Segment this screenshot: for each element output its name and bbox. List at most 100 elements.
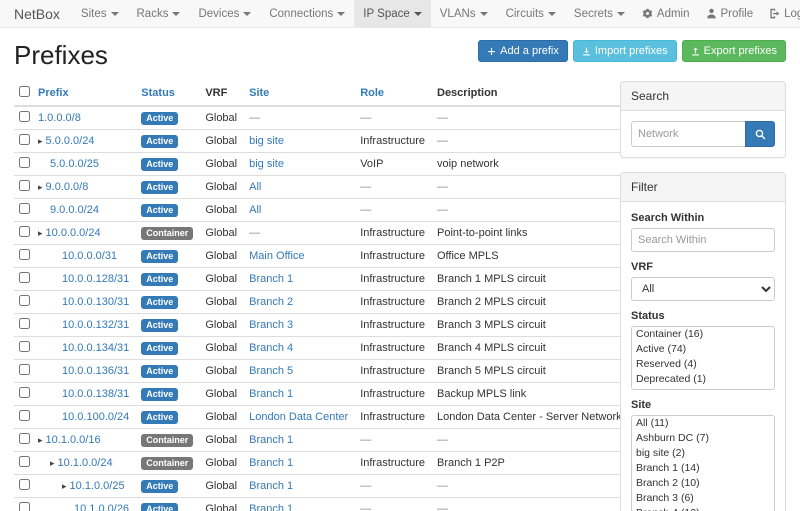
row-checkbox[interactable] bbox=[19, 502, 30, 511]
prefix-link[interactable]: 9.0.0.0/24 bbox=[50, 204, 99, 216]
row-checkbox[interactable] bbox=[19, 180, 30, 191]
listbox-option[interactable]: Ashburn DC (7) bbox=[632, 431, 774, 446]
status-badge: Active bbox=[141, 158, 178, 171]
row-checkbox[interactable] bbox=[19, 341, 30, 352]
search-button[interactable] bbox=[745, 121, 775, 147]
prefix-link[interactable]: 10.1.0.0/25 bbox=[70, 480, 125, 492]
column-header-site[interactable]: Site bbox=[249, 87, 269, 99]
import-prefixes-button[interactable]: Import prefixes bbox=[573, 40, 677, 62]
export-prefixes-button[interactable]: Export prefixes bbox=[682, 40, 786, 62]
nav-item-circuits[interactable]: Circuits bbox=[497, 0, 565, 27]
listbox-option[interactable]: Container (16) bbox=[632, 327, 774, 342]
row-checkbox[interactable] bbox=[19, 479, 30, 490]
row-checkbox[interactable] bbox=[19, 203, 30, 214]
site-link[interactable]: Branch 3 bbox=[249, 319, 293, 331]
site-link[interactable]: Branch 1 bbox=[249, 434, 293, 446]
nav-item-admin[interactable]: Admin bbox=[634, 0, 698, 27]
listbox-option[interactable]: Active (74) bbox=[632, 342, 774, 357]
table-row: ▸10.0.0.132/31 Active Global Branch 3 In… bbox=[14, 314, 628, 337]
role-cell: VoIP bbox=[354, 153, 431, 176]
prefix-link[interactable]: 10.0.0.130/31 bbox=[62, 296, 129, 308]
site-link[interactable]: All bbox=[249, 204, 261, 216]
row-checkbox[interactable] bbox=[19, 433, 30, 444]
expand-caret-icon[interactable]: ▸ bbox=[38, 228, 43, 238]
column-header-prefix[interactable]: Prefix bbox=[38, 87, 69, 99]
row-checkbox[interactable] bbox=[19, 295, 30, 306]
row-checkbox[interactable] bbox=[19, 134, 30, 145]
add-prefix-button[interactable]: Add a prefix bbox=[478, 40, 568, 62]
row-checkbox[interactable] bbox=[19, 111, 30, 122]
prefix-link[interactable]: 10.0.100.0/24 bbox=[62, 411, 129, 423]
site-link[interactable]: Main Office bbox=[249, 250, 304, 262]
site-link[interactable]: big site bbox=[249, 158, 284, 170]
site-link[interactable]: All bbox=[249, 181, 261, 193]
row-checkbox[interactable] bbox=[19, 364, 30, 375]
listbox-option[interactable]: Reserved (4) bbox=[632, 357, 774, 372]
expand-caret-icon[interactable]: ▸ bbox=[38, 182, 43, 192]
row-checkbox[interactable] bbox=[19, 456, 30, 467]
status-listbox[interactable]: Container (16)Active (74)Reserved (4)Dep… bbox=[631, 326, 775, 390]
row-checkbox[interactable] bbox=[19, 226, 30, 237]
site-link[interactable]: Branch 5 bbox=[249, 365, 293, 377]
prefix-link[interactable]: 10.0.0.136/31 bbox=[62, 365, 129, 377]
expand-caret-icon[interactable]: ▸ bbox=[50, 458, 55, 468]
column-header-status[interactable]: Status bbox=[141, 87, 175, 99]
expand-caret-icon[interactable]: ▸ bbox=[38, 435, 43, 445]
listbox-option[interactable]: Deprecated (1) bbox=[632, 372, 774, 387]
row-checkbox[interactable] bbox=[19, 157, 30, 168]
prefix-link[interactable]: 9.0.0.0/8 bbox=[46, 181, 89, 193]
listbox-option[interactable]: All (11) bbox=[632, 416, 774, 431]
prefix-link[interactable]: 5.0.0.0/25 bbox=[50, 158, 99, 170]
row-checkbox[interactable] bbox=[19, 387, 30, 398]
column-header-role[interactable]: Role bbox=[360, 87, 384, 99]
listbox-option[interactable]: Branch 2 (10) bbox=[632, 476, 774, 491]
nav-item-profile[interactable]: Profile bbox=[698, 0, 762, 27]
nav-item-connections[interactable]: Connections bbox=[260, 0, 354, 27]
prefix-link[interactable]: 10.1.0.0/16 bbox=[46, 434, 101, 446]
site-link[interactable]: London Data Center bbox=[249, 411, 348, 423]
prefix-link[interactable]: 10.0.0.128/31 bbox=[62, 273, 129, 285]
vrf-select[interactable]: All bbox=[631, 277, 775, 301]
nav-item-racks[interactable]: Racks bbox=[128, 0, 190, 27]
row-checkbox[interactable] bbox=[19, 410, 30, 421]
nav-item-secrets[interactable]: Secrets bbox=[565, 0, 634, 27]
prefix-link[interactable]: 10.1.0.0/24 bbox=[58, 457, 113, 469]
listbox-option[interactable]: Branch 1 (14) bbox=[632, 461, 774, 476]
prefix-link[interactable]: 1.0.0.0/8 bbox=[38, 112, 81, 124]
search-input[interactable] bbox=[631, 121, 746, 147]
nav-item-devices[interactable]: Devices bbox=[189, 0, 260, 27]
search-within-input[interactable] bbox=[631, 228, 775, 252]
row-checkbox[interactable] bbox=[19, 272, 30, 283]
nav-item-sites[interactable]: Sites bbox=[72, 0, 128, 27]
listbox-option[interactable]: big site (2) bbox=[632, 446, 774, 461]
prefix-link[interactable]: 10.0.0.134/31 bbox=[62, 342, 129, 354]
site-link[interactable]: Branch 1 bbox=[249, 457, 293, 469]
site-link[interactable]: Branch 1 bbox=[249, 480, 293, 492]
prefix-link[interactable]: 5.0.0.0/24 bbox=[46, 135, 95, 147]
nav-item-logout[interactable]: Log out bbox=[761, 0, 800, 27]
prefix-link[interactable]: 10.0.0.138/31 bbox=[62, 388, 129, 400]
listbox-option[interactable]: Branch 4 (12) bbox=[632, 506, 774, 511]
prefix-link[interactable]: 10.1.0.0/26 bbox=[74, 503, 129, 511]
select-all-checkbox[interactable] bbox=[19, 86, 30, 97]
prefix-link[interactable]: 10.0.0.0/31 bbox=[62, 250, 117, 262]
prefix-link[interactable]: 10.0.0.0/24 bbox=[46, 227, 101, 239]
site-link[interactable]: Branch 1 bbox=[249, 273, 293, 285]
nav-item-vlans[interactable]: VLANs bbox=[431, 0, 497, 27]
expand-caret-icon[interactable]: ▸ bbox=[62, 481, 67, 491]
row-checkbox[interactable] bbox=[19, 318, 30, 329]
prefix-link[interactable]: 10.0.0.132/31 bbox=[62, 319, 129, 331]
site-link[interactable]: Branch 1 bbox=[249, 388, 293, 400]
site-listbox[interactable]: All (11)Ashburn DC (7)big site (2)Branch… bbox=[631, 415, 775, 511]
expand-caret-icon[interactable]: ▸ bbox=[38, 136, 43, 146]
site-link[interactable]: Branch 1 bbox=[249, 503, 293, 511]
site-link[interactable]: big site bbox=[249, 135, 284, 147]
import-prefixes-label: Import prefixes bbox=[595, 45, 668, 57]
site-link[interactable]: Branch 4 bbox=[249, 342, 293, 354]
status-badge: Active bbox=[141, 296, 178, 309]
site-link[interactable]: Branch 2 bbox=[249, 296, 293, 308]
listbox-option[interactable]: Branch 3 (6) bbox=[632, 491, 774, 506]
row-checkbox[interactable] bbox=[19, 249, 30, 260]
nav-item-ip-space[interactable]: IP Space bbox=[354, 0, 430, 27]
brand[interactable]: NetBox bbox=[0, 0, 72, 27]
